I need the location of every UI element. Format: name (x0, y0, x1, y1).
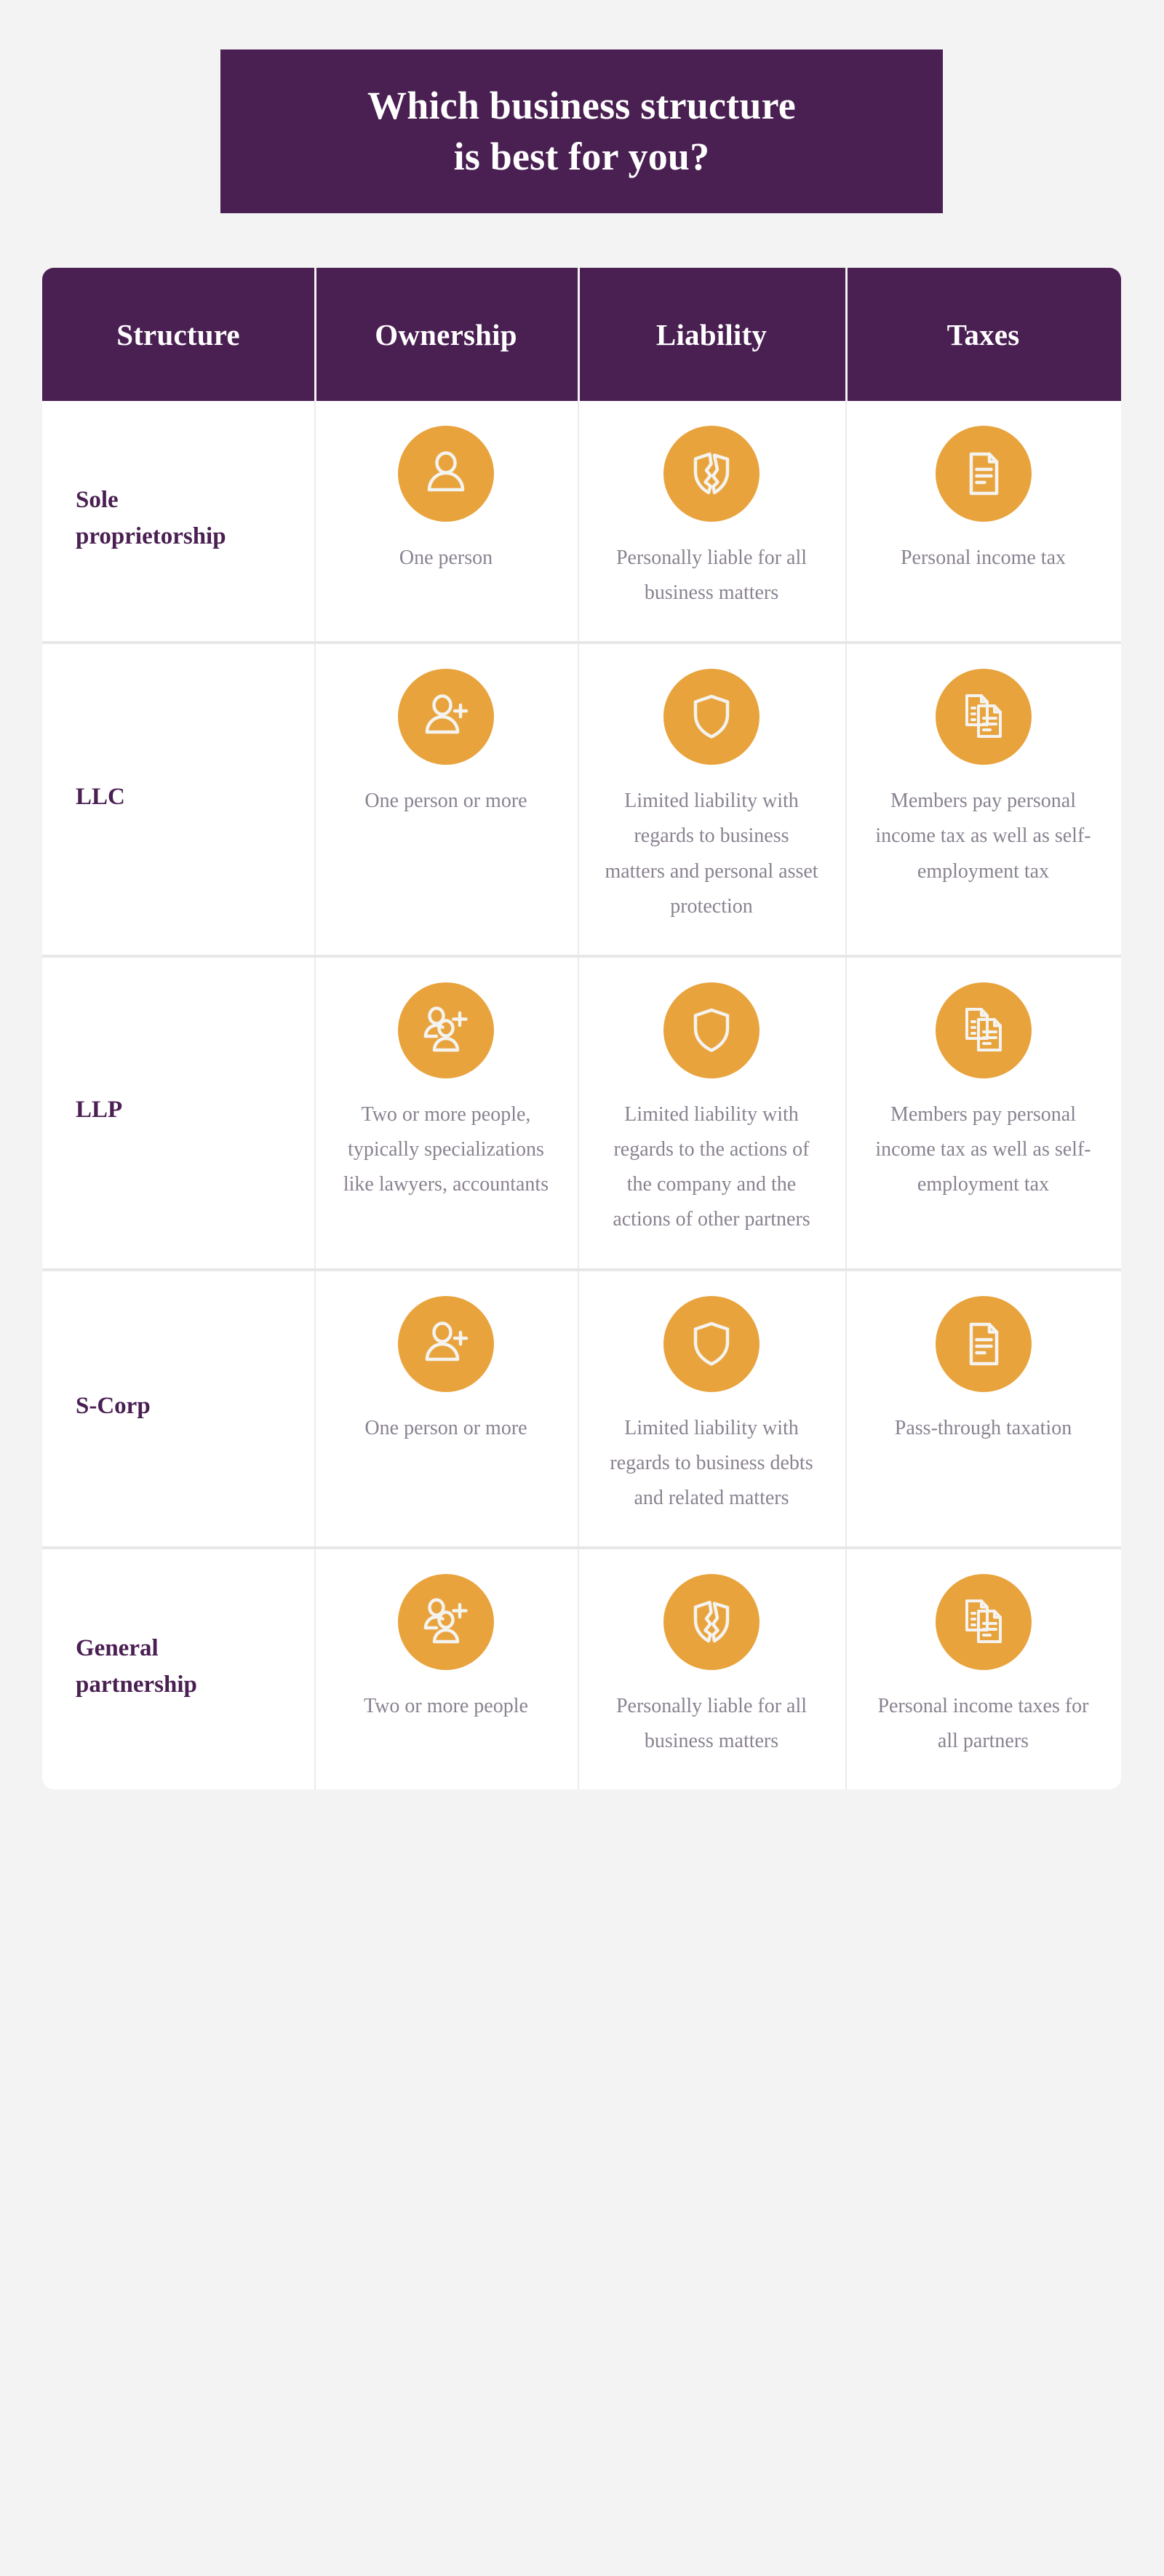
column-header-structure: Structure (116, 317, 240, 351)
documents-icon (935, 669, 1032, 766)
taxes-text: Personal income tax (900, 546, 1067, 569)
taxes-cell: Personal income taxes for all partners (845, 1549, 1121, 1790)
shield-icon (663, 1295, 760, 1392)
structure-cell: Sole proprietorship (42, 401, 314, 641)
documents-icon (935, 1574, 1032, 1671)
ownership-text: One person or more (364, 790, 527, 813)
liability-text: Personally liable for all business matte… (615, 1695, 808, 1753)
table-row: LLC One person or more Limited liability… (42, 641, 1121, 955)
liability-text: Personally liable for all business matte… (615, 546, 808, 605)
person-add-icon (398, 669, 494, 766)
people-add-icon (398, 1574, 494, 1671)
document-icon (935, 1295, 1032, 1392)
table-row: LLP Two or more people, typically specia… (42, 954, 1121, 1268)
taxes-cell: Personal income tax (845, 401, 1121, 642)
table-body: Sole proprietorship One person Personall… (42, 401, 1121, 1790)
ownership-text: One person or more (364, 1416, 527, 1439)
liability-cell: Personally liable for all business matte… (578, 1549, 845, 1790)
liability-text: Limited liability with regards to busine… (610, 1416, 813, 1509)
liability-cell: Personally liable for all business matte… (578, 401, 845, 642)
broken-shield-icon (663, 426, 760, 522)
infographic-page: Which business structure is best for you… (0, 0, 1164, 2576)
taxes-text: Members pay personal income tax as well … (875, 1102, 1091, 1196)
table-header-row: Structure Ownership Liability Taxes (42, 268, 1121, 401)
ownership-text: One person (399, 546, 493, 569)
structure-name: General partnership (76, 1635, 197, 1698)
structure-cell: LLC (42, 644, 314, 955)
documents-icon (935, 982, 1032, 1078)
ownership-cell: One person or more (314, 644, 578, 955)
structure-cell: LLP (42, 958, 314, 1268)
liability-text: Limited liability with regards to busine… (605, 790, 818, 918)
taxes-text: Personal income taxes for all partners (877, 1695, 1089, 1753)
broken-shield-icon (663, 1574, 760, 1671)
ownership-cell: Two or more people, typically specializa… (314, 957, 578, 1268)
table-row: General partnership Two or more people P… (42, 1546, 1121, 1790)
business-structure-table: Structure Ownership Liability Taxes Sole… (42, 268, 1121, 1790)
liability-cell: Limited liability with regards to busine… (578, 1271, 845, 1547)
structure-name: LLC (76, 783, 125, 810)
people-add-icon (398, 982, 494, 1078)
ownership-text: Two or more people, typically specializa… (343, 1102, 549, 1196)
title-banner: Which business structure is best for you… (220, 49, 943, 213)
column-header-ownership: Ownership (314, 268, 578, 401)
taxes-text: Pass-through taxation (894, 1416, 1072, 1439)
table-row: S-Corp One person or more Limited liabil… (42, 1268, 1121, 1547)
taxes-cell: Members pay personal income tax as well … (845, 957, 1121, 1268)
liability-cell: Limited liability with regards to the ac… (578, 957, 845, 1268)
structure-name: LLP (76, 1097, 123, 1124)
ownership-cell: Two or more people (314, 1549, 578, 1790)
taxes-cell: Pass-through taxation (845, 1271, 1121, 1547)
ownership-cell: One person or more (314, 1271, 578, 1547)
structure-cell: General partnership (42, 1549, 314, 1789)
shield-icon (663, 669, 760, 766)
ownership-cell: One person (314, 401, 578, 642)
structure-name: Sole proprietorship (76, 487, 226, 550)
document-icon (935, 426, 1032, 522)
person-add-icon (398, 1295, 494, 1392)
column-header-liability: Liability (578, 268, 845, 401)
liability-text: Limited liability with regards to the ac… (613, 1102, 810, 1231)
liability-cell: Limited liability with regards to busine… (578, 644, 845, 955)
taxes-cell: Members pay personal income tax as well … (845, 644, 1121, 955)
table-row: Sole proprietorship One person Personall… (42, 401, 1121, 642)
ownership-text: Two or more people (364, 1695, 528, 1718)
taxes-text: Members pay personal income tax as well … (875, 790, 1091, 883)
column-header-taxes: Taxes (845, 268, 1121, 401)
structure-name: S-Corp (76, 1392, 151, 1419)
page-title: Which business structure is best for you… (367, 84, 796, 178)
structure-cell: S-Corp (42, 1271, 314, 1546)
person-icon (398, 426, 494, 522)
shield-icon (663, 982, 760, 1078)
